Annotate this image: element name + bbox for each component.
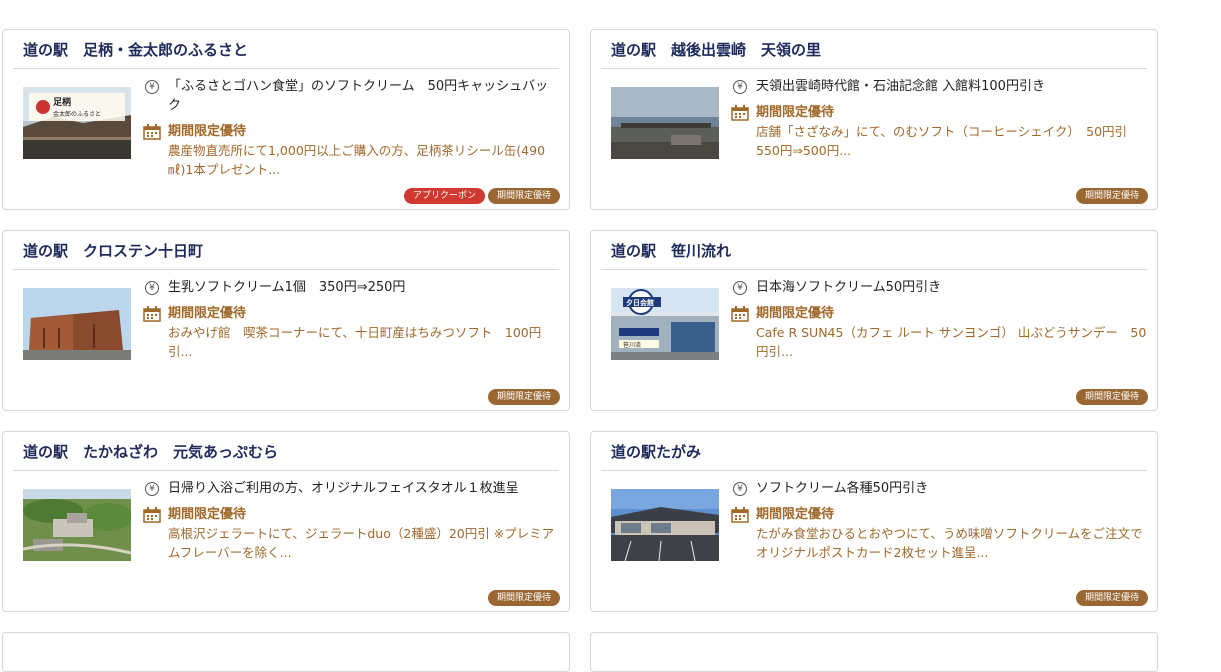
yen-offer: ¥ 「ふるさとゴハン食堂」のソフトクリーム 50円キャッシュバック <box>143 77 561 115</box>
yen-offer-text: 天領出雲崎時代館・石油記念館 入館料100円引き <box>756 79 1045 94</box>
yen-circle-icon: ¥ <box>733 80 747 94</box>
station-title[interactable]: 道の駅 笹川流れ <box>611 240 731 261</box>
station-title[interactable]: 道の駅 越後出雲崎 天領の里 <box>611 39 821 60</box>
limited-badge: 期間限定優待 <box>487 590 560 606</box>
limited-label: 期間限定優待 <box>168 124 247 139</box>
limited-offer: 期間限定優待 店舗「さざなみ」にて、のむソフト（コーヒーシェイク） 50円引 5… <box>731 103 1149 160</box>
limited-label: 期間限定優待 <box>756 507 835 522</box>
calendar-icon <box>731 306 749 322</box>
badge-group: アプリクーポン 期間限定優待 <box>403 188 560 204</box>
title-divider <box>13 68 559 69</box>
limited-text: Cafe R SUN45（カフェ ルート サンヨンゴ） 山ぶどうサンデー 50円… <box>756 325 1147 359</box>
station-card-partial[interactable] <box>2 632 570 672</box>
svg-text:足柄: 足柄 <box>53 96 71 108</box>
limited-offer: 期間限定優待 たがみ食堂おひるとおやつにて、うめ味噌ソフトクリームをご注文でオリ… <box>731 505 1149 562</box>
calendar-icon <box>143 306 161 322</box>
yen-offer-text: 日本海ソフトクリーム50円引き <box>756 280 942 295</box>
yen-offer-text: 日帰り入浴ご利用の方、オリジナルフェイスタオル１枚進呈 <box>168 481 519 496</box>
limited-text: 高根沢ジェラートにて、ジェラートduo（2種盛）20円引 ※プレミアムフレーバー… <box>168 526 555 560</box>
yen-offer-text: 「ふるさとゴハン食堂」のソフトクリーム 50円キャッシュバック <box>168 79 549 113</box>
limited-label: 期間限定優待 <box>756 105 835 120</box>
limited-text: 店舗「さざなみ」にて、のむソフト（コーヒーシェイク） 50円引 550円⇒500… <box>756 124 1128 158</box>
limited-badge: 期間限定優待 <box>1075 590 1148 606</box>
limited-text: たがみ食堂おひるとおやつにて、うめ味噌ソフトクリームをご注文でオリジナルポストカ… <box>756 526 1143 560</box>
station-photo[interactable] <box>23 288 131 360</box>
badge-group: 期間限定優待 <box>1075 590 1148 606</box>
limited-label: 期間限定優待 <box>168 306 247 321</box>
yen-circle-icon: ¥ <box>733 281 747 295</box>
station-card[interactable]: 道の駅 足柄・金太郎のふるさと 足柄 金太郎のふるさと ¥ 「ふるさとゴハン食堂… <box>2 29 570 210</box>
station-card[interactable]: 道の駅 たかねざわ 元気あっぷむら ¥ 日帰り入浴ご利用の方、オリジナルフェイス… <box>2 431 570 612</box>
yen-offer: ¥ 日本海ソフトクリーム50円引き <box>731 278 1149 297</box>
station-card[interactable]: 道の駅たがみ ¥ ソフトクリーム各種50円引き 期間限定優待 たがみ食堂おひると… <box>590 431 1158 612</box>
limited-badge: 期間限定優待 <box>1075 188 1148 204</box>
limited-label: 期間限定優待 <box>168 507 247 522</box>
title-divider <box>13 470 559 471</box>
svg-text:金太郎のふるさと: 金太郎のふるさと <box>53 110 101 118</box>
limited-label: 期間限定優待 <box>756 306 835 321</box>
station-photo[interactable]: 足柄 金太郎のふるさと <box>23 87 131 159</box>
badge-group: 期間限定優待 <box>487 590 560 606</box>
station-card[interactable]: 道の駅 笹川流れ 夕日会館 笹川流 ¥ 日本海ソフトクリーム50円引き 期間限定… <box>590 230 1158 411</box>
limited-offer: 期間限定優待 おみやげ館 喫茶コーナーにて、十日町産はちみつソフト 100円引.… <box>143 304 561 361</box>
station-card[interactable]: 道の駅 越後出雲崎 天領の里 ¥ 天領出雲崎時代館・石油記念館 入館料100円引… <box>590 29 1158 210</box>
badge-group: 期間限定優待 <box>1075 188 1148 204</box>
yen-offer: ¥ 生乳ソフトクリーム1個 350円⇒250円 <box>143 278 561 297</box>
calendar-icon <box>731 507 749 523</box>
yen-circle-icon: ¥ <box>145 80 159 94</box>
yen-offer-text: 生乳ソフトクリーム1個 350円⇒250円 <box>168 280 406 295</box>
title-divider <box>13 269 559 270</box>
limited-offer: 期間限定優待 農産物直売所にて1,000円以上ご購入の方、足柄茶リシール缶(49… <box>143 122 561 179</box>
calendar-icon <box>731 105 749 121</box>
app-coupon-badge: アプリクーポン <box>403 188 485 204</box>
limited-badge: 期間限定優待 <box>1075 389 1148 405</box>
calendar-icon <box>143 507 161 523</box>
station-photo[interactable]: 夕日会館 笹川流 <box>611 288 719 360</box>
station-photo[interactable] <box>611 489 719 561</box>
svg-text:笹川流: 笹川流 <box>623 341 641 349</box>
station-photo[interactable] <box>23 489 131 561</box>
limited-offer: 期間限定優待 Cafe R SUN45（カフェ ルート サンヨンゴ） 山ぶどうサ… <box>731 304 1149 361</box>
badge-group: 期間限定優待 <box>487 389 560 405</box>
yen-circle-icon: ¥ <box>733 482 747 496</box>
station-title[interactable]: 道の駅たがみ <box>611 441 701 462</box>
station-title[interactable]: 道の駅 足柄・金太郎のふるさと <box>23 39 248 60</box>
station-title[interactable]: 道の駅 クロステン十日町 <box>23 240 203 261</box>
limited-text: おみやげ館 喫茶コーナーにて、十日町産はちみつソフト 100円引... <box>168 325 542 359</box>
yen-offer: ¥ 日帰り入浴ご利用の方、オリジナルフェイスタオル１枚進呈 <box>143 479 561 498</box>
limited-badge: 期間限定優待 <box>487 188 560 204</box>
title-divider <box>601 68 1147 69</box>
calendar-icon <box>143 124 161 140</box>
limited-badge: 期間限定優待 <box>487 389 560 405</box>
limited-offer: 期間限定優待 高根沢ジェラートにて、ジェラートduo（2種盛）20円引 ※プレミ… <box>143 505 561 562</box>
yen-circle-icon: ¥ <box>145 281 159 295</box>
title-divider <box>601 470 1147 471</box>
badge-group: 期間限定優待 <box>1075 389 1148 405</box>
svg-text:夕日会館: 夕日会館 <box>626 298 654 307</box>
station-title[interactable]: 道の駅 たかねざわ 元気あっぷむら <box>23 441 278 462</box>
yen-offer: ¥ ソフトクリーム各種50円引き <box>731 479 1149 498</box>
station-card-partial[interactable] <box>590 632 1158 672</box>
station-photo[interactable] <box>611 87 719 159</box>
yen-offer: ¥ 天領出雲崎時代館・石油記念館 入館料100円引き <box>731 77 1149 96</box>
michinoeki-card-grid: 道の駅 足柄・金太郎のふるさと 足柄 金太郎のふるさと ¥ 「ふるさとゴハン食堂… <box>0 0 1221 672</box>
yen-offer-text: ソフトクリーム各種50円引き <box>756 481 929 496</box>
yen-circle-icon: ¥ <box>145 482 159 496</box>
limited-text: 農産物直売所にて1,000円以上ご購入の方、足柄茶リシール缶(490㎖)1本プレ… <box>168 143 546 177</box>
station-card[interactable]: 道の駅 クロステン十日町 ¥ 生乳ソフトクリーム1個 350円⇒250円 期間限… <box>2 230 570 411</box>
title-divider <box>601 269 1147 270</box>
